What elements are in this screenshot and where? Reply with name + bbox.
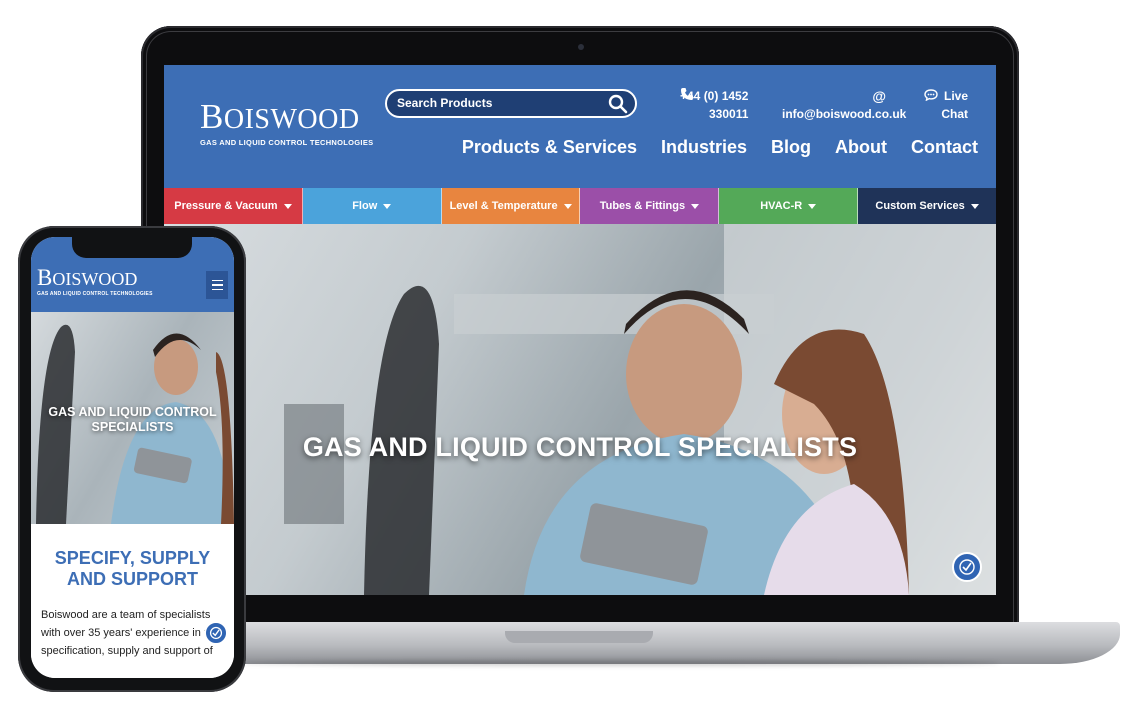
site-logo[interactable]: BOISWOOD GAS AND LIQUID CONTROL TECHNOLO… [200,97,374,147]
mobile-intro-section: SPECIFY, SUPPLY AND SUPPORT Boiswood are… [31,524,234,678]
phone-notch [72,236,192,258]
chevron-down-icon [808,203,817,209]
mobile-hero-image: GAS AND LIQUID CONTROL SPECIALISTS [31,312,234,524]
mobile-section-heading: SPECIFY, SUPPLY AND SUPPORT [54,548,211,589]
category-label: Tubes & Fittings [599,200,686,212]
mobile-logo[interactable]: BOISWOOD GAS AND LIQUID CONTROL TECHNOLO… [37,265,153,297]
category-label: Level & Temperature [449,200,558,212]
logo-wordmark: BOISWOOD [200,97,360,136]
menu-icon[interactable] [206,271,228,299]
accessibility-icon [959,559,975,575]
email-address: info@boiswood.co.uk [782,107,907,121]
chevron-down-icon [563,203,572,209]
category-label: Custom Services [875,200,965,212]
category-label: HVAC-R [760,200,803,212]
nav-contact[interactable]: Contact [911,137,978,158]
logo-tagline: GAS AND LIQUID CONTROL TECHNOLOGIES [200,138,374,147]
nav-blog[interactable]: Blog [771,137,811,158]
mobile-logo-tagline: GAS AND LIQUID CONTROL TECHNOLOGIES [37,291,153,297]
mobile-hero-title: GAS AND LIQUID CONTROL SPECIALISTS [48,405,217,434]
nav-products-services[interactable]: Products & Services [462,137,637,158]
accessibility-button[interactable] [952,552,982,582]
laptop-shadow [240,660,1000,666]
phone-icon [681,88,693,100]
mobile-intro-text: Boiswood are a team of specialists with … [41,609,220,657]
chevron-down-icon [283,203,292,209]
chevron-down-icon [970,203,979,209]
hero-title: GAS AND LIQUID CONTROL SPECIALISTS [302,432,858,462]
mobile-logo-wordmark: BOISWOOD [37,265,138,290]
email-contact[interactable]: @ info@boiswood.co.uk [782,87,907,123]
phone-contact[interactable]: +44 (0) 1452 330011 [680,87,748,123]
category-custom-services[interactable]: Custom Services [858,188,996,224]
camera [578,44,584,50]
category-hvac-r[interactable]: HVAC-R [719,188,859,224]
accessibility-icon [209,626,223,640]
category-pressure-vacuum[interactable]: Pressure & Vacuum [164,188,303,224]
category-label: Pressure & Vacuum [174,200,278,212]
chevron-down-icon [691,203,700,209]
category-label: Flow [352,200,378,212]
chat-icon [924,89,938,101]
live-chat[interactable]: Live Chat [924,87,968,123]
search-icon[interactable] [608,94,628,114]
hero-photo [284,224,996,595]
email-icon: @ [872,88,886,104]
category-flow[interactable]: Flow [302,188,442,224]
nav-about[interactable]: About [835,137,887,158]
mobile-accessibility-button[interactable] [204,621,228,645]
chevron-down-icon [383,203,392,209]
category-bar: Pressure & Vacuum Flow Level & Temperatu… [164,188,996,224]
desktop-screen: BOISWOOD GAS AND LIQUID CONTROL TECHNOLO… [164,65,996,595]
search-placeholder: Search Products [397,96,493,110]
category-level-temperature[interactable]: Level & Temperature [441,188,581,224]
laptop-base [118,622,1120,664]
laptop-hinge-notch [505,631,653,643]
search-input[interactable]: Search Products [385,89,637,118]
category-tubes-fittings[interactable]: Tubes & Fittings [580,188,720,224]
main-nav: Products & Services Industries Blog Abou… [462,137,978,158]
site-header: BOISWOOD GAS AND LIQUID CONTROL TECHNOLO… [164,65,996,188]
hero-image: GAS AND LIQUID CONTROL SPECIALISTS [164,224,996,595]
mobile-screen: BOISWOOD GAS AND LIQUID CONTROL TECHNOLO… [31,237,234,678]
nav-industries[interactable]: Industries [661,137,747,158]
